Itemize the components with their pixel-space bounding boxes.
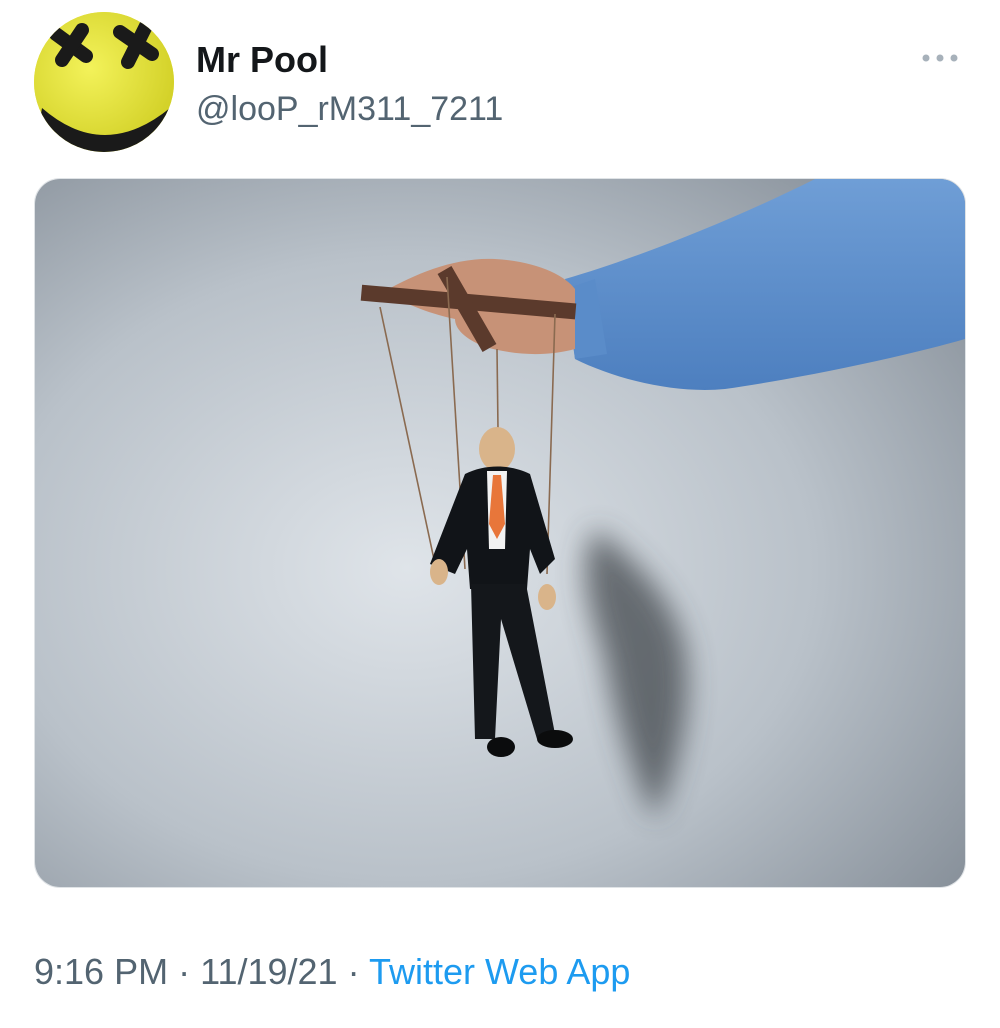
marionette-businessman-photo (35, 179, 965, 887)
tweet-metadata: 9:16 PM · 11/19/21 · Twitter Web App (34, 950, 630, 994)
meta-separator: · (347, 951, 360, 992)
smiley-face-avatar-icon (34, 12, 174, 152)
tweet-time[interactable]: 9:16 PM (34, 951, 168, 992)
more-options-icon (922, 54, 958, 62)
author-display-name[interactable]: Mr Pool (196, 38, 328, 82)
tweet-media-image[interactable] (34, 178, 966, 888)
meta-separator: · (178, 951, 191, 992)
tweet-date[interactable]: 11/19/21 (200, 951, 337, 992)
more-options-button[interactable] (916, 40, 964, 76)
avatar[interactable] (34, 12, 174, 152)
author-handle[interactable]: @looP_rM311_7211 (196, 88, 503, 130)
tweet-source-link[interactable]: Twitter Web App (369, 951, 630, 992)
